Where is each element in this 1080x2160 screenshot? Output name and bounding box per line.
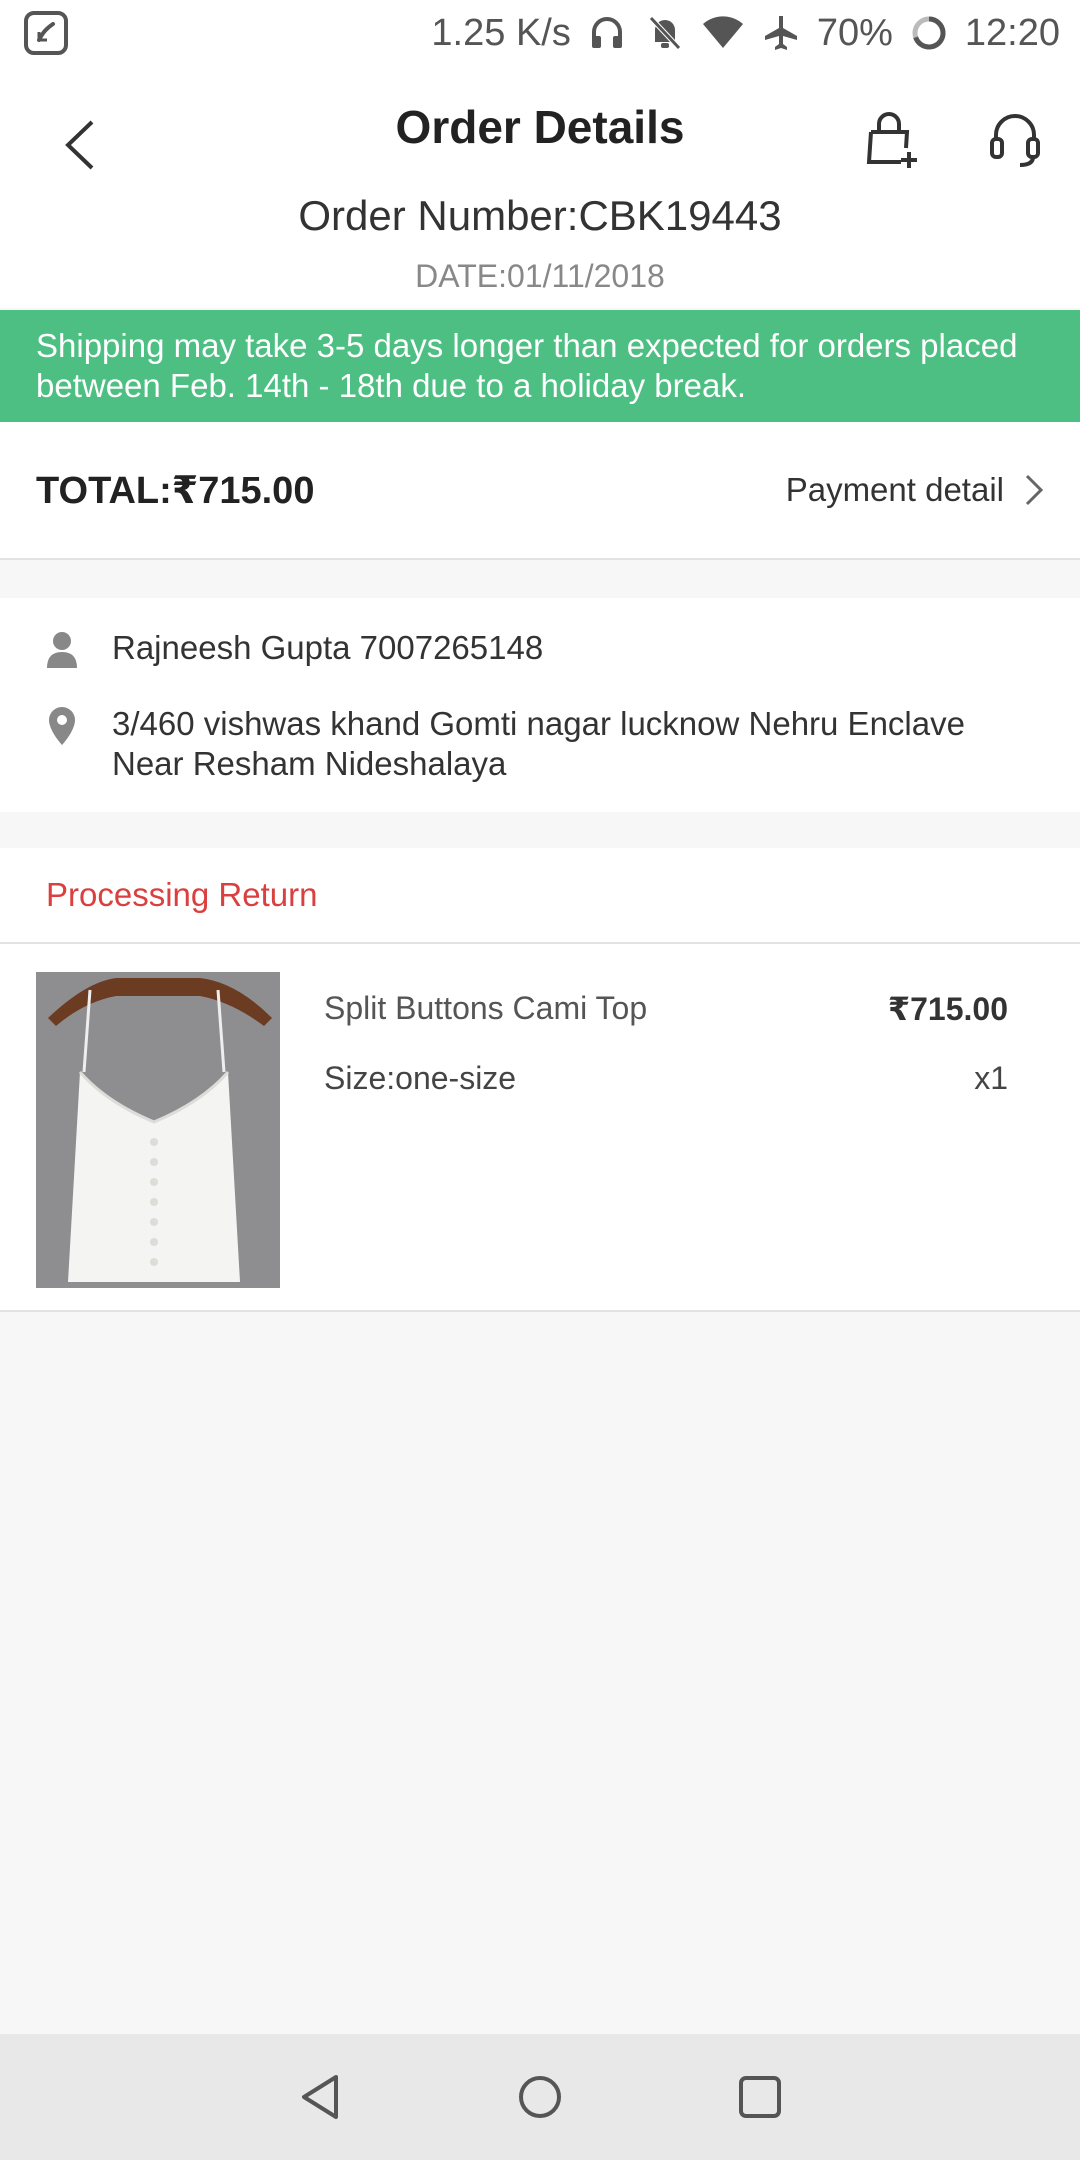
- network-speed: 1.25 K/s: [431, 11, 571, 54]
- location-pin-icon: [44, 704, 80, 748]
- order-total: TOTAL:₹715.00: [36, 469, 315, 512]
- system-navigation-bar: [0, 2034, 1080, 2160]
- address-text: 3/460 vishwas khand Gomti nagar lucknow …: [112, 705, 965, 782]
- payment-detail-label: Payment detail: [785, 471, 1004, 508]
- contact-name-phone: Rajneesh Gupta 7007265148: [112, 629, 544, 666]
- nav-back-icon: [302, 2075, 338, 2119]
- shipping-address-card: Rajneesh Gupta 7007265148 3/460 vishwas …: [0, 598, 1080, 812]
- nav-home-icon: [519, 2076, 561, 2118]
- product-price: ₹715.00: [887, 991, 1008, 1027]
- nav-recents-button[interactable]: [730, 2067, 790, 2127]
- headset-support-icon: [990, 114, 1040, 167]
- order-status-row: Processing Return: [0, 848, 1080, 944]
- status-bar: 1.25 K/s 70% 12:20: [0, 0, 1080, 66]
- order-total-row: TOTAL:₹715.00 Payment detail: [0, 422, 1080, 560]
- battery-ring-icon: [907, 11, 951, 55]
- clock: 12:20: [964, 11, 1060, 54]
- order-header: Order Details Order Number:CBK19443 DATE…: [0, 66, 1080, 308]
- nav-home-button[interactable]: [510, 2067, 570, 2127]
- product-name[interactable]: Split Buttons Cami Top: [324, 990, 647, 1027]
- nav-recents-icon: [739, 2076, 781, 2118]
- order-date: DATE:01/11/2018: [415, 258, 665, 294]
- order-status-label: Processing Return: [46, 876, 318, 913]
- product-size: Size:one-size: [324, 1060, 517, 1096]
- mute-icon: [643, 11, 687, 55]
- product-image[interactable]: [36, 972, 280, 1288]
- wifi-icon: [701, 11, 745, 55]
- saavn-app-icon: [24, 11, 68, 55]
- shipping-delay-banner: Shipping may take 3-5 days longer than e…: [0, 310, 1080, 422]
- nav-back-button[interactable]: [290, 2067, 350, 2127]
- order-number: Order Number:CBK19443: [298, 192, 782, 239]
- add-to-cart-button[interactable]: [850, 96, 930, 186]
- payment-detail-link[interactable]: Payment detail: [786, 471, 1044, 509]
- airplane-icon: [759, 11, 803, 55]
- battery-percent: 70%: [816, 11, 893, 54]
- chevron-right-icon: [1025, 474, 1044, 506]
- product-quantity: x1: [974, 1060, 1008, 1096]
- headphones-icon: [585, 11, 629, 55]
- add-to-cart-icon: [866, 112, 917, 168]
- customer-support-button[interactable]: [980, 96, 1050, 186]
- person-icon: [44, 628, 80, 672]
- order-item[interactable]: Split Buttons Cami Top ₹715.00 Size:one-…: [0, 944, 1080, 1312]
